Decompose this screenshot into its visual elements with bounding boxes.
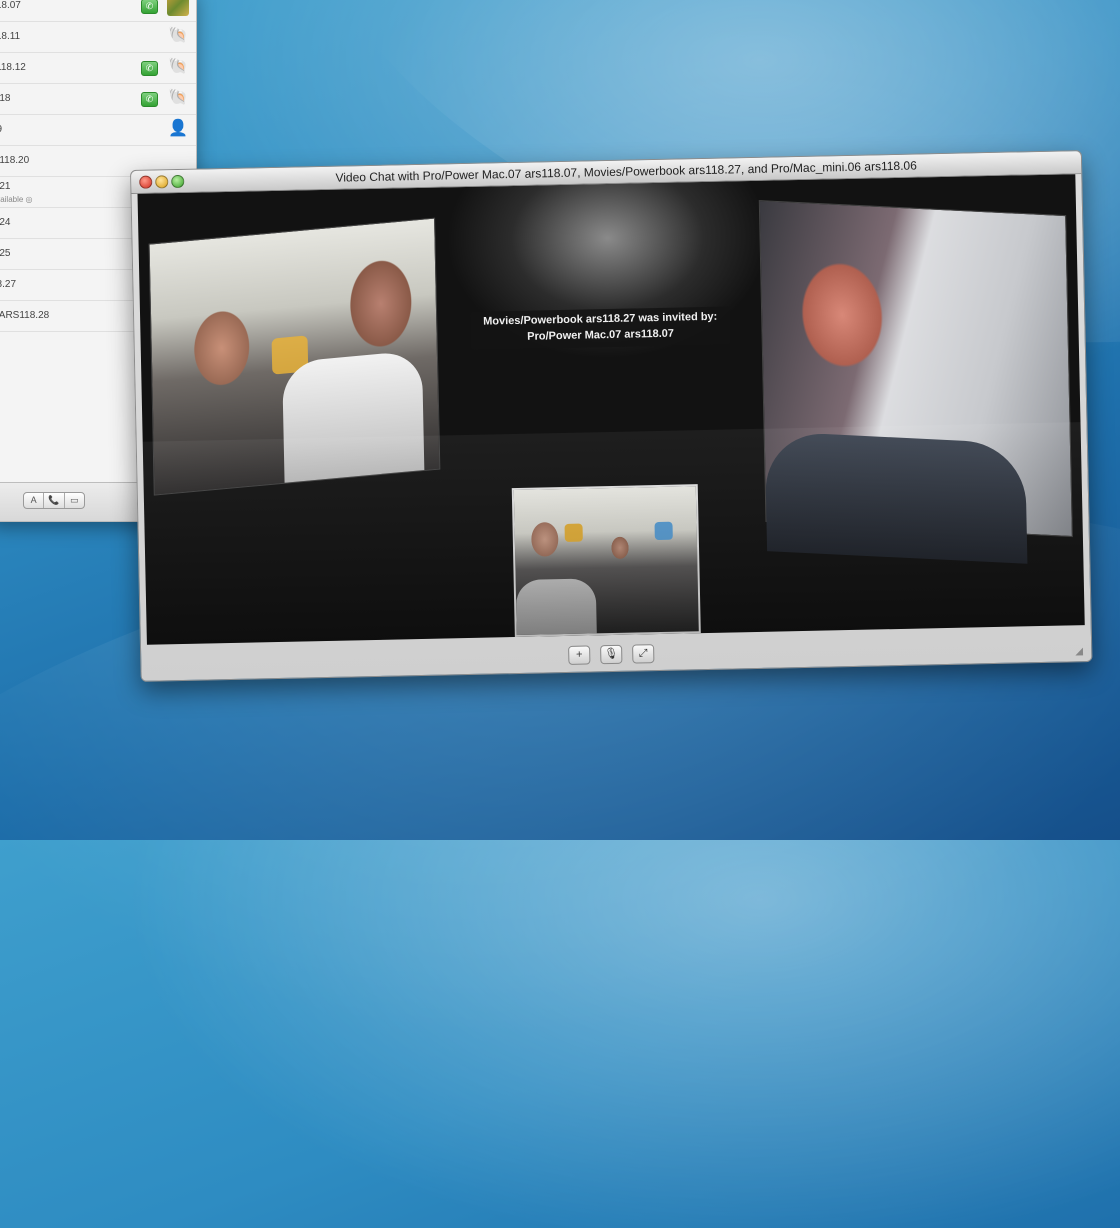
buddy-name: 8.25 [0, 248, 11, 259]
person-icon: 👤 [168, 120, 188, 137]
buddy-name: rs118.20 [0, 155, 30, 166]
video-stage: Movies/Powerbook ars118.27 was invited b… [137, 174, 1085, 645]
buddy-name: 8 ARS118.28 [0, 310, 50, 321]
invitation-notice: Movies/Powerbook ars118.27 was invited b… [470, 306, 731, 350]
text-chat-button[interactable]: A [24, 493, 45, 508]
buddy-name: s118.12 [0, 62, 26, 73]
fullscreen-button[interactable]: ⤢ [632, 644, 655, 664]
participant-video-left [148, 217, 441, 496]
buddy-row[interactable]: 8.18 ✆ 🐚 [0, 84, 196, 115]
participant-video-right [758, 200, 1073, 564]
participant-shirt [764, 431, 1028, 564]
zoom-button[interactable] [171, 174, 185, 189]
participant-shirt [282, 350, 425, 483]
photo-icon [167, 0, 189, 16]
video-chat-button[interactable]: ▭ [65, 493, 84, 508]
buddy-status: Available ◎ [0, 195, 33, 204]
audio-chat-button[interactable]: 📞 [44, 493, 65, 508]
buddy-name: 8.24 [0, 217, 11, 228]
close-button[interactable] [139, 175, 153, 189]
buddy-row[interactable]: 19 👤 [0, 115, 196, 146]
mute-button[interactable]: 🎙 [600, 644, 623, 665]
minimize-button[interactable] [155, 175, 169, 189]
self-shirt [515, 578, 597, 638]
buddy-row[interactable]: 118.11 🐚 [0, 22, 196, 53]
buddy-name: 18.27 [0, 279, 17, 290]
phone-icon[interactable]: ✆ [141, 0, 158, 14]
chat-type-segmented-control: A 📞 ▭ [23, 492, 85, 509]
buddy-name: 8.18 [0, 93, 11, 104]
add-participant-button[interactable]: + [568, 645, 591, 665]
shell-icon: 🐚 [168, 58, 188, 75]
phone-icon[interactable]: ✆ [141, 61, 158, 76]
video-chat-window: Video Chat with Pro/Power Mac.07 ars118.… [130, 150, 1093, 682]
buddy-row[interactable]: 118.07 ✆ [0, 0, 196, 22]
buddy-name: 118.11 [0, 31, 21, 42]
background-poster [654, 521, 673, 541]
buddy-name: 8.21 [0, 181, 11, 192]
shell-icon: 🐚 [168, 89, 188, 106]
buddy-name: 19 [0, 124, 2, 135]
buddy-row[interactable]: s118.12 ✆ 🐚 [0, 53, 196, 84]
shell-icon: 🐚 [168, 27, 188, 44]
resize-grip-icon[interactable]: ◢ [1075, 646, 1087, 658]
self-preview-video[interactable] [511, 484, 701, 638]
phone-icon[interactable]: ✆ [141, 92, 158, 107]
background-poster [564, 523, 583, 542]
buddy-name: 118.07 [0, 0, 21, 11]
